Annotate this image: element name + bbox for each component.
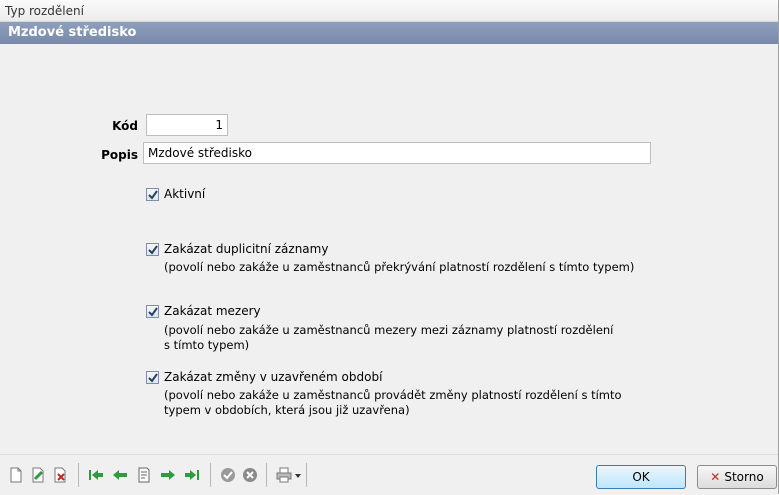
popis-label: Popis bbox=[101, 148, 138, 162]
aktivni-label[interactable]: Aktivní bbox=[164, 187, 205, 201]
print-icon[interactable] bbox=[276, 467, 292, 483]
ok-button-label: OK bbox=[632, 470, 650, 484]
detail-record-icon[interactable] bbox=[136, 467, 152, 483]
checkmark-icon bbox=[148, 245, 158, 255]
bottom-toolbar: OK ✕ Storno bbox=[0, 454, 778, 495]
next-record-icon[interactable] bbox=[160, 467, 176, 483]
dialog-window: Typ rozdělení Mzdové středisko Kód 1 Pop… bbox=[0, 0, 779, 495]
form-area: Kód 1 Popis Mzdové středisko Aktivní Zak… bbox=[0, 44, 778, 450]
mezery-description-line2: s tímto typem) bbox=[164, 338, 250, 352]
close-icon: ✕ bbox=[710, 470, 721, 484]
checkmark-icon bbox=[148, 190, 158, 200]
toolbar-separator bbox=[210, 463, 211, 487]
kod-field[interactable]: 1 bbox=[146, 114, 228, 136]
checkmark-icon bbox=[148, 373, 158, 383]
toolbar-separator bbox=[78, 463, 79, 487]
duplicitni-checkbox[interactable] bbox=[146, 243, 159, 256]
kod-label: Kód bbox=[112, 119, 138, 133]
checkmark-icon bbox=[148, 307, 158, 317]
duplicitni-label[interactable]: Zakázat duplicitní záznamy bbox=[164, 242, 328, 256]
first-record-icon[interactable] bbox=[88, 467, 104, 483]
new-document-icon[interactable] bbox=[8, 467, 24, 483]
mezery-checkbox[interactable] bbox=[146, 305, 159, 318]
duplicitni-description: (povolí nebo zakáže u zaměstnanců překrý… bbox=[164, 260, 635, 274]
section-title: Mzdové středisko bbox=[8, 25, 137, 40]
delete-document-icon[interactable] bbox=[52, 467, 68, 483]
aktivni-checkbox[interactable] bbox=[146, 188, 159, 201]
dropdown-arrow-icon[interactable] bbox=[294, 467, 302, 483]
confirm-icon[interactable] bbox=[220, 467, 236, 483]
cancel-icon[interactable] bbox=[242, 467, 258, 483]
window-titlebar: Typ rozdělení bbox=[0, 0, 778, 22]
mezery-description-line1: (povolí nebo zakáže u zaměstnanců mezery… bbox=[164, 323, 614, 337]
zmeny-label[interactable]: Zakázat změny v uzavřeném období bbox=[164, 370, 382, 384]
edit-document-icon[interactable] bbox=[30, 467, 46, 483]
toolbar-separator bbox=[266, 463, 267, 487]
previous-record-icon[interactable] bbox=[112, 467, 128, 483]
last-record-icon[interactable] bbox=[184, 467, 200, 483]
window-title: Typ rozdělení bbox=[5, 4, 84, 18]
mezery-label[interactable]: Zakázat mezery bbox=[164, 304, 261, 318]
toolbar-separator bbox=[306, 463, 307, 487]
zmeny-description-line1: (povolí nebo zakáže u zaměstnanců provád… bbox=[164, 388, 622, 402]
storno-button-label: Storno bbox=[724, 470, 764, 484]
section-header: Mzdové středisko bbox=[0, 22, 778, 44]
zmeny-checkbox[interactable] bbox=[146, 371, 159, 384]
popis-field[interactable]: Mzdové středisko bbox=[143, 142, 651, 164]
zmeny-description-line2: typem v obdobích, která jsou již uzavřen… bbox=[164, 403, 410, 417]
ok-button[interactable]: OK bbox=[596, 465, 686, 489]
storno-button[interactable]: ✕ Storno bbox=[697, 465, 777, 489]
